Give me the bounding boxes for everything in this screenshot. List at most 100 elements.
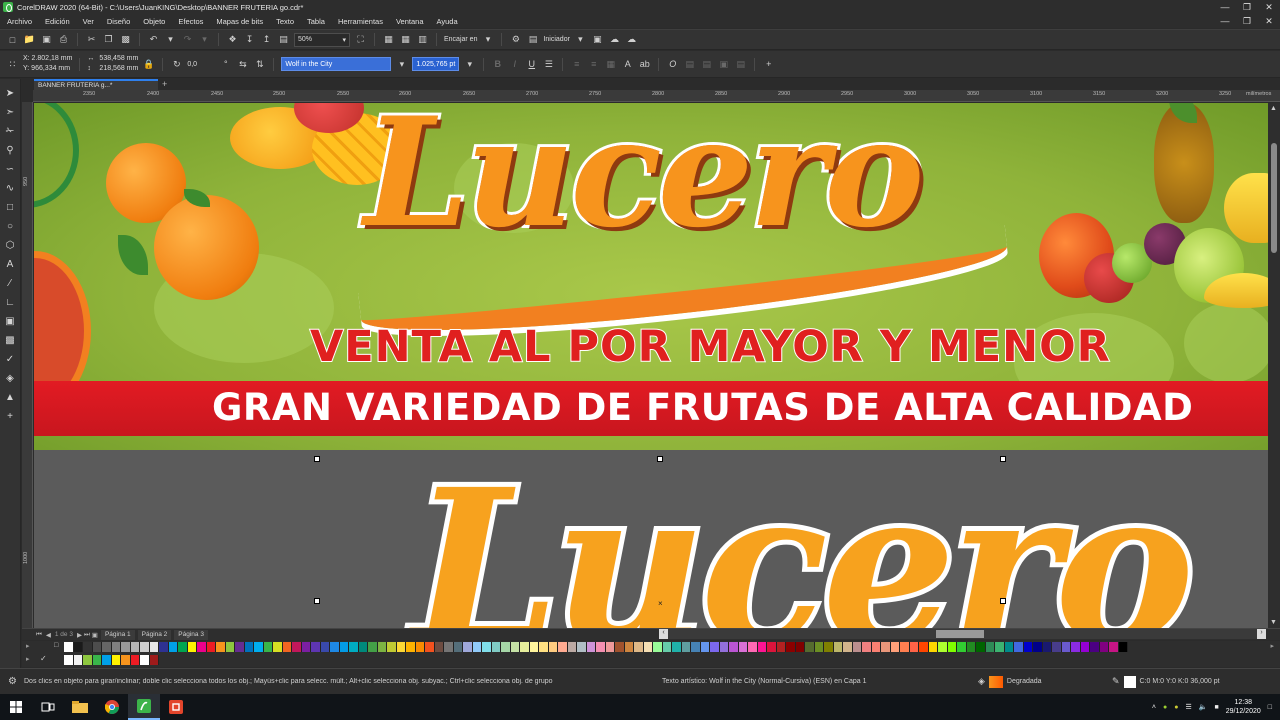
color-swatch[interactable] [567, 642, 577, 652]
pick-tool-icon[interactable]: ➤ [3, 87, 17, 100]
gear-icon[interactable]: ⚙ [8, 676, 20, 687]
color-swatch[interactable] [463, 642, 473, 652]
color-swatch[interactable] [121, 642, 131, 652]
banner-brand-title[interactable]: Lucero [361, 103, 927, 264]
color-swatch[interactable] [406, 642, 416, 652]
color-swatch[interactable] [453, 642, 463, 652]
color-swatch[interactable] [577, 642, 587, 652]
eyedropper-icon[interactable]: ✓ [40, 654, 47, 663]
print-icon[interactable]: ⎙ [57, 33, 70, 46]
color-swatch[interactable] [833, 642, 843, 652]
chrome-browser-icon[interactable] [96, 694, 128, 720]
options-gear-icon[interactable]: ⚙ [509, 33, 522, 46]
color-swatch[interactable] [738, 642, 748, 652]
last-page-icon[interactable]: ⏭ [84, 631, 90, 639]
color-swatch[interactable] [985, 642, 995, 652]
palette-flyout-icon[interactable]: ▸ [26, 655, 30, 663]
save-icon[interactable]: ▣ [40, 33, 53, 46]
minimize-button[interactable]: — [1214, 0, 1236, 14]
show-rulers-icon[interactable]: ▦ [382, 33, 395, 46]
selection-handle-middle-right[interactable] [1000, 598, 1006, 604]
language-icon[interactable]: ■ [1214, 704, 1218, 711]
zoom-tool-icon[interactable]: ⚲ [3, 144, 17, 157]
color-swatch[interactable] [843, 642, 853, 652]
color-swatch[interactable] [605, 642, 615, 652]
color-swatch[interactable] [890, 642, 900, 652]
no-color-swatch[interactable]: □ [54, 642, 58, 649]
rotation-icon[interactable]: ↻ [170, 58, 183, 71]
add-tool-icon[interactable]: + [3, 410, 17, 423]
color-swatch[interactable] [681, 642, 691, 652]
publish-pdf-icon[interactable]: ▤ [277, 33, 290, 46]
width-field[interactable]: 538,458 mm [99, 54, 138, 64]
palette-flyout-icon[interactable]: ▸ [26, 642, 30, 650]
color-swatch[interactable] [311, 642, 321, 652]
color-swatch[interactable] [558, 642, 568, 652]
banner-subtitle-line2[interactable]: GRAN VARIEDAD DE FRUTAS DE ALTA CALIDAD [212, 386, 1193, 429]
text-properties-icon[interactable]: A [621, 58, 634, 71]
freehand-tool-icon[interactable]: ∽ [3, 163, 17, 176]
color-swatch[interactable] [957, 642, 967, 652]
text-align-icon[interactable]: ☰ [542, 58, 555, 71]
color-swatch[interactable] [102, 655, 112, 665]
scroll-left-icon[interactable]: ‹ [659, 629, 668, 639]
color-swatch[interactable] [928, 642, 938, 652]
edit-text-icon[interactable]: ab [638, 58, 651, 71]
color-swatch[interactable] [805, 642, 815, 652]
color-swatch[interactable] [1061, 642, 1071, 652]
new-tab-plus-icon[interactable]: + [162, 79, 167, 89]
color-swatch[interactable] [225, 642, 235, 652]
color-swatch[interactable] [624, 642, 634, 652]
menu-ventana[interactable]: Ventana [389, 17, 430, 26]
y-position-field[interactable]: Y: 966,334 mm [23, 64, 72, 74]
horizontal-scrollbar[interactable]: ‹ › [659, 629, 1266, 639]
color-swatch[interactable] [672, 642, 682, 652]
color-swatch[interactable] [776, 642, 786, 652]
color-swatch[interactable] [824, 642, 834, 652]
color-swatch[interactable] [691, 642, 701, 652]
page-tab-3[interactable]: Página 3 [174, 629, 208, 640]
color-swatch[interactable] [1080, 642, 1090, 652]
color-swatch[interactable] [149, 655, 159, 665]
snap-to-label[interactable]: Encajar en [444, 36, 477, 43]
size-fields[interactable]: ↔ ↕ 538,458 mm 218,568 mm [87, 54, 138, 74]
color-swatch[interactable] [700, 642, 710, 652]
color-swatch[interactable] [1014, 642, 1024, 652]
object-origin-icon[interactable]: ∷ [6, 58, 19, 71]
search-content-icon[interactable]: ❖ [226, 33, 239, 46]
cloud-upload-icon[interactable]: ☁ [608, 33, 621, 46]
recorder-app-icon[interactable] [160, 694, 192, 720]
scroll-up-icon[interactable]: ▲ [1270, 105, 1277, 112]
vertical-ruler[interactable]: 950 1000 [22, 102, 33, 628]
color-swatch[interactable] [482, 642, 492, 652]
outline-indicator[interactable]: ✎ C:0 M:0 Y:0 K:0 36,000 pt [1112, 675, 1220, 688]
color-swatch[interactable] [149, 642, 159, 652]
redo-dropdown-icon[interactable]: ▾ [198, 33, 211, 46]
color-swatch[interactable] [472, 642, 482, 652]
color-swatch[interactable] [510, 642, 520, 652]
menu-tabla[interactable]: Tabla [300, 17, 331, 26]
rectangle-tool-icon[interactable]: □ [3, 201, 17, 214]
selection-handle-middle-left[interactable] [314, 598, 320, 604]
doc-restore-button[interactable]: ❐ [1236, 14, 1258, 28]
color-swatch[interactable] [358, 642, 368, 652]
color-swatch[interactable] [130, 642, 140, 652]
color-swatch[interactable] [976, 642, 986, 652]
selected-artistic-text[interactable]: Lucero [407, 438, 1200, 628]
undo-icon[interactable]: ↶ [147, 33, 160, 46]
color-swatch[interactable] [111, 642, 121, 652]
text-frame-icon[interactable]: ▣ [717, 58, 730, 71]
menu-diseno[interactable]: Diseño [100, 17, 136, 26]
color-swatch[interactable] [501, 642, 511, 652]
snap-dropdown-icon[interactable]: ▾ [481, 33, 494, 46]
vertical-scroll-thumb[interactable] [1271, 143, 1277, 253]
color-swatch[interactable] [216, 642, 226, 652]
menu-ayuda[interactable]: Ayuda [430, 17, 464, 26]
color-swatch[interactable] [653, 642, 663, 652]
menu-efectos[interactable]: Efectos [171, 17, 209, 26]
color-swatch[interactable] [111, 655, 121, 665]
color-swatch[interactable] [1033, 642, 1043, 652]
color-swatch[interactable] [64, 655, 74, 665]
color-swatch[interactable] [995, 642, 1005, 652]
color-swatch[interactable] [1118, 642, 1128, 652]
